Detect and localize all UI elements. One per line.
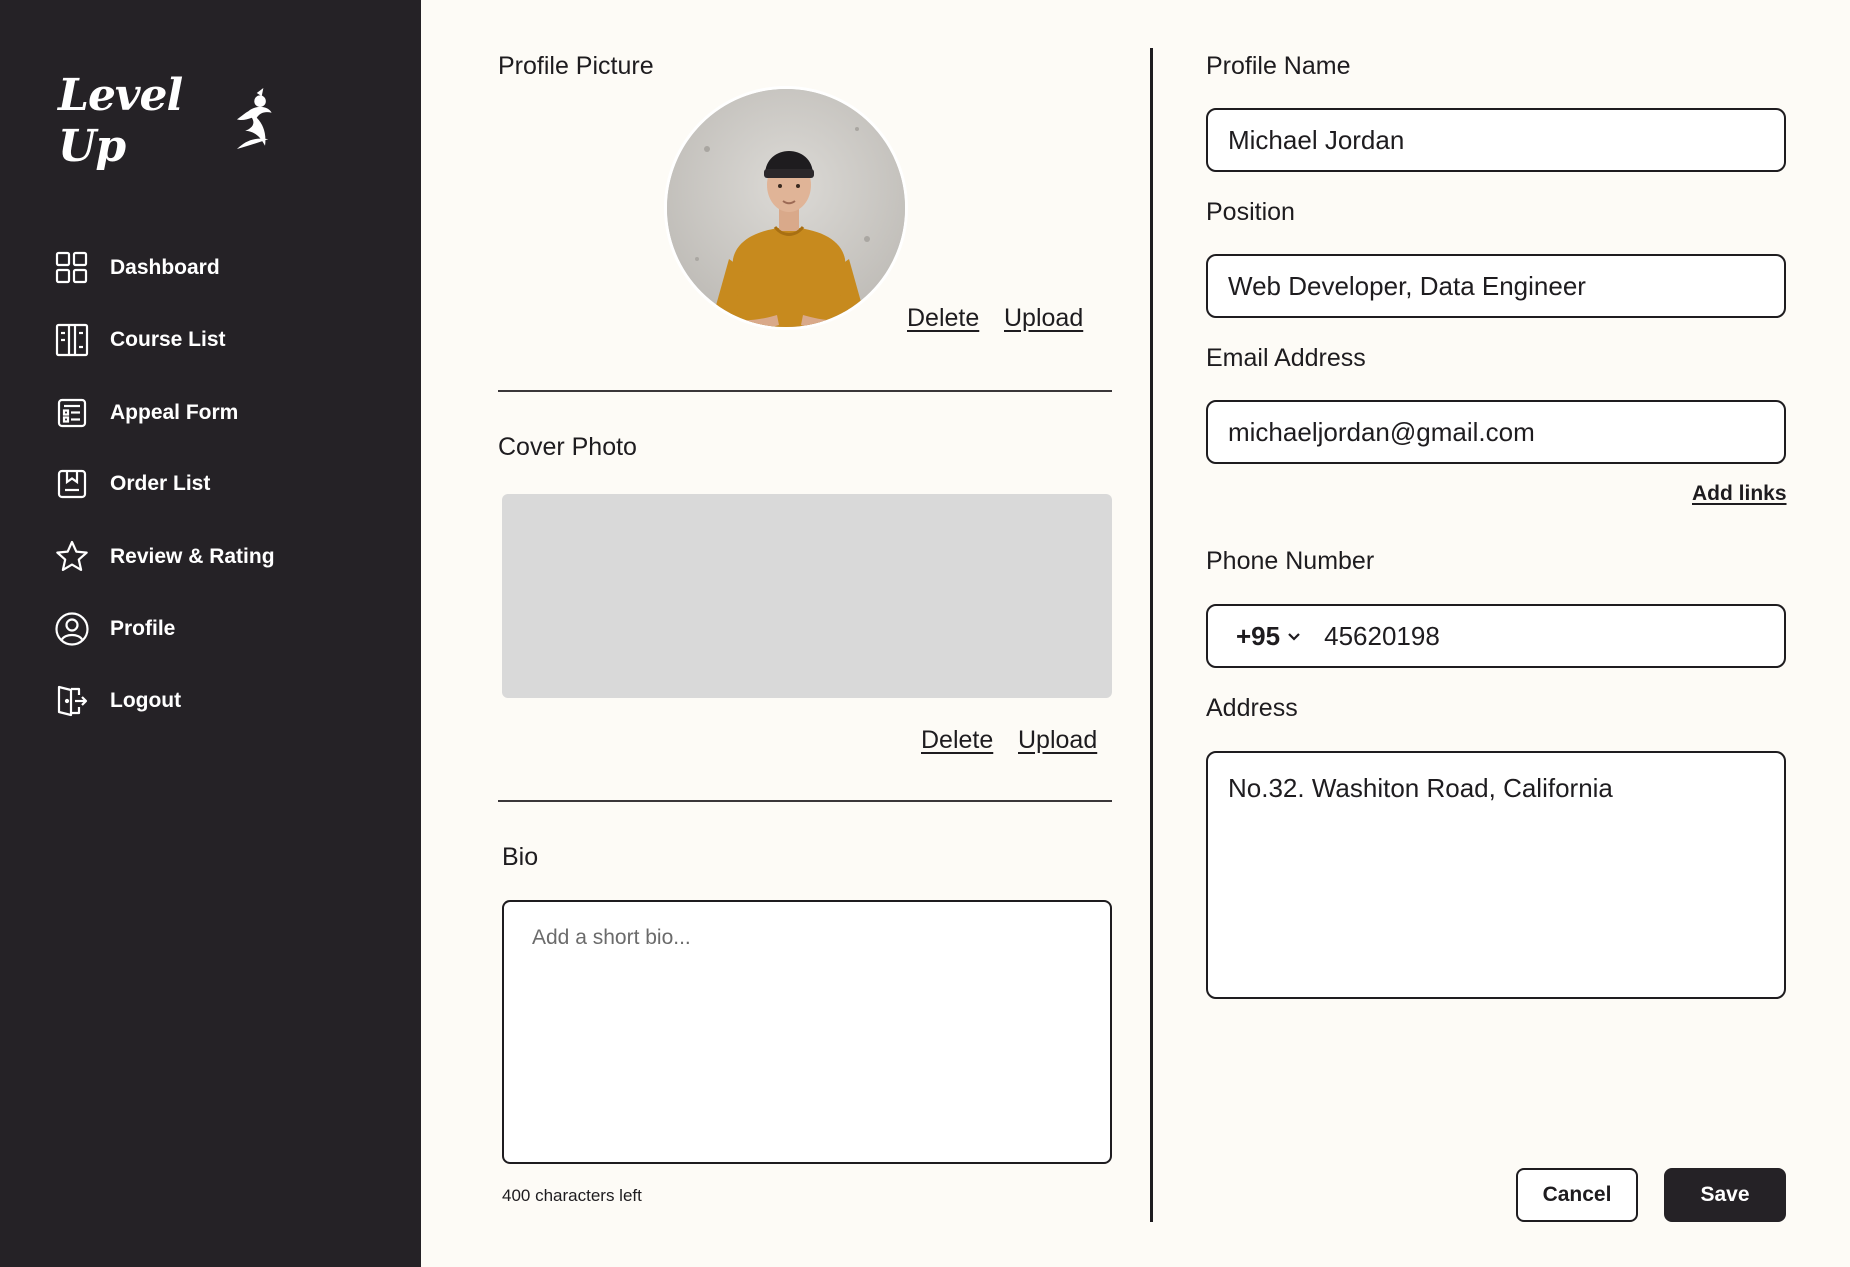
section-divider [498,800,1112,802]
address-textarea[interactable]: No.32. Washiton Road, California [1206,751,1786,999]
position-input[interactable]: Web Developer, Data Engineer [1206,254,1786,318]
phone-number-label: Phone Number [1206,547,1375,575]
cover-photo-upload-button[interactable]: Upload [1018,726,1097,755]
sidebar-item-dashboard[interactable]: Dashboard [54,246,220,290]
order-list-icon [54,466,90,502]
profile-picture-delete-button[interactable]: Delete [907,304,979,333]
logout-icon [54,683,90,719]
address-label: Address [1206,694,1298,722]
bio-title: Bio [502,843,539,871]
star-icon [54,539,90,575]
sidebar-item-label: Review & Rating [110,545,275,568]
bio-textarea[interactable] [502,900,1112,1164]
sidebar-item-profile[interactable]: Profile [54,607,175,651]
sidebar-item-label: Course List [110,328,226,351]
avatar-photo [667,89,905,327]
bio-characters-left: 400 characters left [502,1186,642,1205]
country-code-select[interactable]: +95 [1236,621,1302,652]
runner-logo-icon [236,87,272,150]
sidebar-item-course-list[interactable]: Course List [54,318,226,362]
logo: Level Up [58,70,278,172]
chevron-down-icon [1288,633,1300,641]
sidebar-item-appeal-form[interactable]: Appeal Form [54,391,238,435]
sidebar-item-label: Profile [110,617,176,640]
phone-number-field: +95 45620198 [1206,604,1786,668]
sidebar-item-label: Order List [110,472,211,495]
profile-name-label: Profile Name [1206,52,1351,80]
profile-name-input[interactable]: Michael Jordan [1206,108,1786,172]
section-divider [498,390,1112,392]
sidebar-item-logout[interactable]: Logout [54,679,181,723]
sidebar-item-label: Appeal Form [110,401,239,424]
add-links-link[interactable]: Add links [1692,482,1787,506]
phone-number-input[interactable]: 45620198 [1324,621,1440,652]
cancel-button[interactable]: Cancel [1516,1168,1638,1222]
email-input[interactable]: michaeljordan@gmail.com [1206,400,1786,464]
email-label: Email Address [1206,344,1366,372]
profile-picture-title: Profile Picture [498,52,654,80]
avatar[interactable] [664,86,908,330]
save-button[interactable]: Save [1664,1168,1786,1222]
cover-photo-placeholder[interactable] [502,494,1112,698]
appeal-form-icon [54,395,90,431]
position-label: Position [1206,198,1295,226]
dashboard-icon [54,250,90,286]
country-code-value: +95 [1236,620,1281,651]
sidebar: Level Up Dashboard Course List Appeal Fo… [0,0,421,1267]
course-list-icon [54,322,90,358]
logo-text: Level Up [58,70,183,172]
sidebar-item-label: Dashboard [110,256,220,279]
user-circle-icon [54,611,90,647]
sidebar-item-review-rating[interactable]: Review & Rating [54,535,275,579]
profile-picture-upload-button[interactable]: Upload [1004,304,1083,333]
cover-photo-title: Cover Photo [498,433,637,461]
cover-photo-delete-button[interactable]: Delete [921,726,993,755]
sidebar-item-order-list[interactable]: Order List [54,462,210,506]
column-divider [1150,48,1153,1222]
sidebar-item-label: Logout [110,689,182,712]
